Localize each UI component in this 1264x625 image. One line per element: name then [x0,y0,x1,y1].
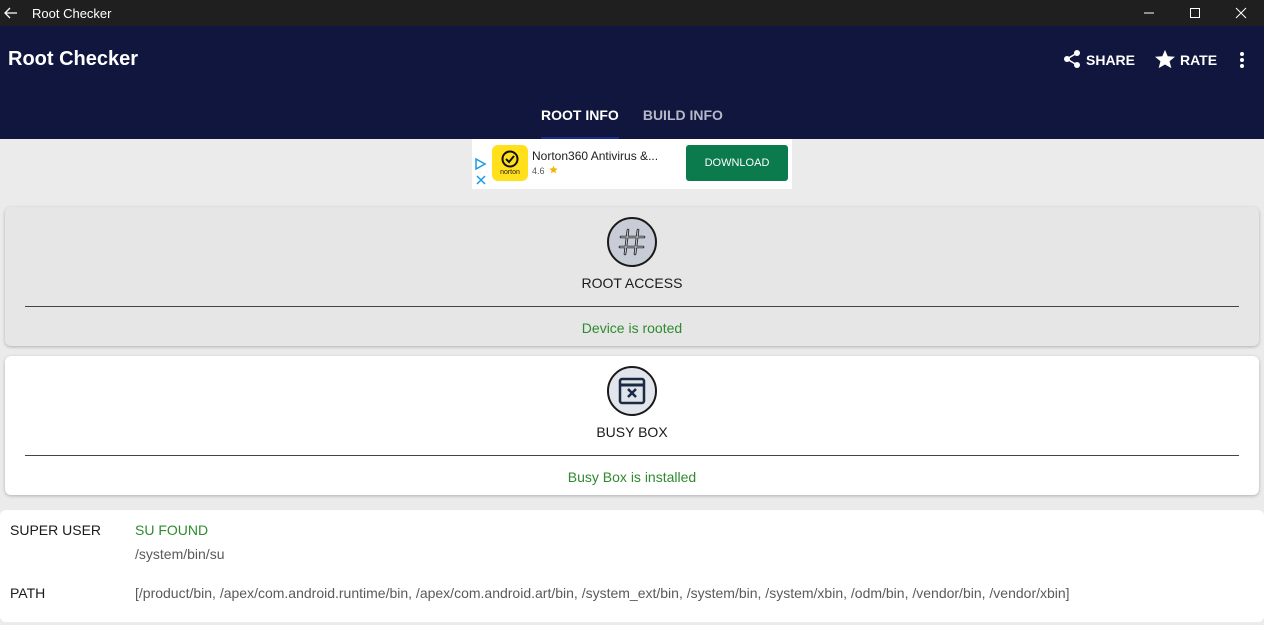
app-bar: Root Checker SHARE RATE ROOT INFO BUILD … [0,26,1264,139]
tab-root-info[interactable]: ROOT INFO [541,104,619,139]
divider [25,455,1239,456]
super-user-status: SU FOUND [135,522,209,538]
back-icon[interactable] [0,0,22,26]
ad-rating: 4.6 [532,165,558,176]
minimize-icon[interactable] [1126,0,1172,26]
rate-button[interactable]: RATE [1154,48,1217,72]
norton-logo: norton [492,145,528,181]
super-user-path: /system/bin/su [135,546,225,562]
app-title: Root Checker [8,48,139,70]
root-status: Device is rooted [581,320,683,336]
norton-logo-text: norton [500,169,520,176]
details-panel: SUPER USER SU FOUND /system/bin/su PATH … [0,510,1264,622]
super-user-label: SUPER USER [10,522,102,538]
maximize-icon[interactable] [1172,0,1218,26]
root-access-card[interactable]: ROOT ACCESS Device is rooted [5,207,1259,346]
busybox-status: Busy Box is installed [567,469,697,485]
share-label: SHARE [1086,52,1136,68]
tab-build-info[interactable]: BUILD INFO [643,104,723,139]
path-value: [/product/bin, /apex/com.android.runtime… [135,585,1070,601]
window-titlebar: Root Checker [0,0,1264,26]
divider [25,306,1239,307]
tab-bar: ROOT INFO BUILD INFO [0,104,1264,139]
busybox-label: BUSY BOX [596,424,668,440]
star-icon [1154,49,1176,72]
share-button[interactable]: SHARE [1062,48,1135,72]
rating-star-icon [548,165,558,176]
busybox-icon [607,366,657,416]
ad-rating-value: 4.6 [532,165,545,176]
ad-download-button[interactable]: DOWNLOAD [686,145,788,181]
busybox-card[interactable]: BUSY BOX Busy Box is installed [5,356,1259,495]
window-title: Root Checker [32,5,112,21]
ad-title: Norton360 Antivirus &... [532,149,659,163]
hash-icon [607,217,657,267]
ad-banner[interactable]: norton Norton360 Antivirus &... 4.6 DOWN… [472,139,792,189]
window-controls [1126,0,1264,26]
close-icon[interactable] [1218,0,1264,26]
more-options-icon[interactable] [1232,48,1252,72]
adchoices-icon[interactable] [474,157,488,187]
root-access-label: ROOT ACCESS [581,275,683,291]
share-icon [1062,49,1082,72]
path-label: PATH [10,585,46,601]
rate-label: RATE [1180,52,1218,68]
